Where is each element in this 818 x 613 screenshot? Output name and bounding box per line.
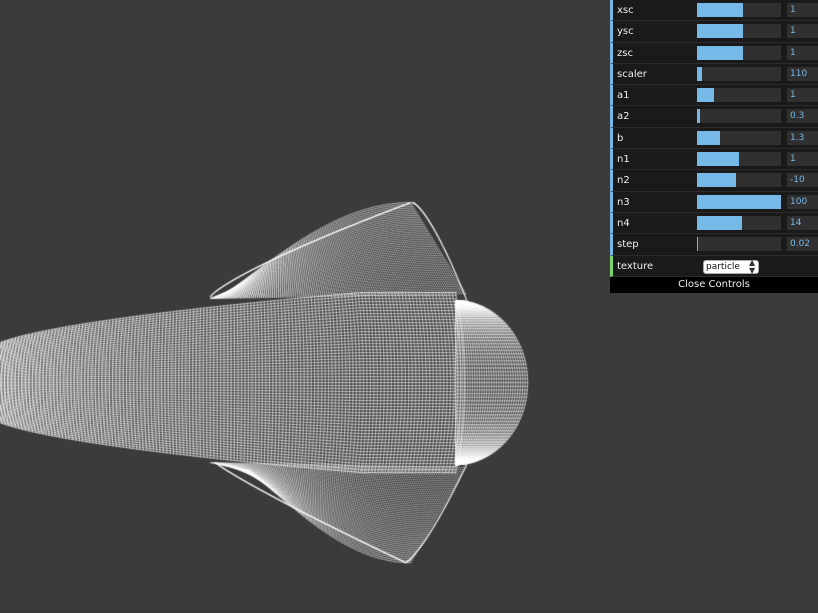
a2-input[interactable]: [787, 109, 818, 124]
step-slider[interactable]: [697, 237, 781, 252]
control-row-a2: a2: [610, 106, 818, 128]
n3-slider-fill: [697, 194, 781, 209]
xsc-slider[interactable]: [697, 3, 781, 17]
control-row-scaler: scaler: [610, 63, 818, 86]
close-controls-button[interactable]: Close Controls: [610, 276, 818, 293]
n2-input[interactable]: [787, 173, 818, 188]
control-label-a2: a2: [617, 111, 630, 123]
n3-input[interactable]: [787, 194, 818, 209]
a1-slider[interactable]: [697, 88, 781, 103]
b-slider-fill: [697, 130, 720, 145]
zsc-slider[interactable]: [697, 45, 781, 60]
n4-input[interactable]: [787, 215, 818, 230]
b-input[interactable]: [787, 130, 818, 145]
control-label-n3: n3: [617, 196, 630, 208]
ysc-slider-fill: [697, 24, 744, 39]
control-row-step: step: [610, 234, 818, 256]
n1-slider[interactable]: [697, 152, 781, 167]
control-label-xsc: xsc: [617, 5, 634, 16]
control-row-n4: n4: [610, 212, 818, 235]
n2-slider-fill: [697, 173, 737, 188]
n2-slider[interactable]: [697, 173, 781, 188]
n4-slider-fill: [697, 215, 743, 230]
n1-input[interactable]: [787, 152, 818, 167]
control-label-a1: a1: [617, 90, 630, 102]
step-input[interactable]: [787, 237, 818, 252]
control-row-b: b: [610, 127, 818, 150]
b-slider[interactable]: [697, 130, 781, 145]
xsc-input[interactable]: [787, 3, 818, 17]
n3-slider[interactable]: [697, 194, 781, 209]
ysc-slider[interactable]: [697, 24, 781, 39]
a1-slider-fill: [697, 88, 714, 103]
control-row-n2: n2: [610, 170, 818, 192]
control-row-a1: a1: [610, 85, 818, 107]
scaler-slider-fill: [697, 66, 703, 81]
control-row-n3: n3: [610, 191, 818, 213]
control-label-step: step: [617, 239, 639, 251]
control-label-b: b: [617, 132, 624, 144]
a1-input[interactable]: [787, 88, 818, 103]
controls-list: xsc ysc zsc scaler a1 a2 b n1 n2 n3 n4 step: [610, 0, 818, 256]
control-label-texture: texture: [617, 260, 654, 272]
step-slider-fill: [697, 237, 698, 252]
control-label-scaler: scaler: [617, 68, 647, 80]
scaler-slider[interactable]: [697, 66, 781, 81]
control-label-zsc: zsc: [617, 47, 633, 59]
control-row-xsc: xsc: [610, 0, 818, 22]
a2-slider[interactable]: [697, 109, 781, 124]
scaler-input[interactable]: [787, 66, 818, 81]
control-label-n4: n4: [617, 217, 630, 229]
n1-slider-fill: [697, 152, 739, 167]
control-row-texture: texture particle ▲ ▼: [610, 255, 818, 277]
control-label-n2: n2: [617, 175, 630, 187]
xsc-slider-fill: [697, 3, 744, 17]
control-label-n1: n1: [617, 154, 630, 166]
zsc-slider-fill: [697, 45, 744, 60]
n4-slider[interactable]: [697, 215, 781, 230]
control-row-ysc: ysc: [610, 21, 818, 43]
a2-slider-fill: [697, 109, 701, 124]
texture-select[interactable]: particle: [703, 259, 759, 274]
dat-gui-panel: xsc ysc zsc scaler a1 a2 b n1 n2 n3 n4 step texture…: [610, 0, 818, 293]
ysc-input[interactable]: [787, 24, 818, 39]
control-row-zsc: zsc: [610, 42, 818, 64]
zsc-input[interactable]: [787, 45, 818, 60]
control-row-n1: n1: [610, 149, 818, 171]
control-label-ysc: ysc: [617, 26, 634, 38]
